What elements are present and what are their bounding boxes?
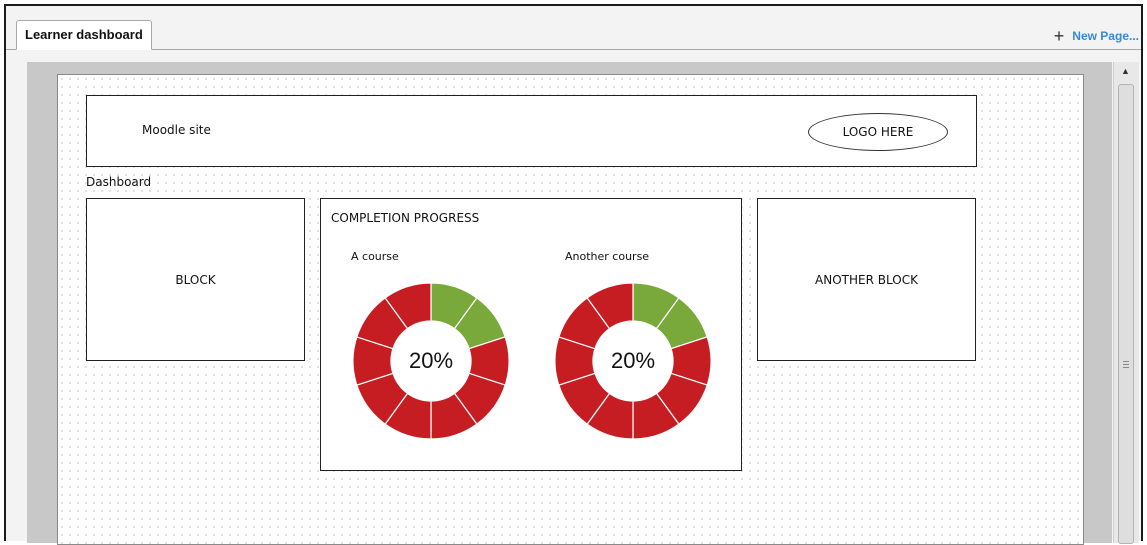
logo-placeholder: LOGO HERE xyxy=(808,113,948,151)
course-2-donut: 20% xyxy=(553,281,713,441)
tab-strip: Learner dashboard + New Page... xyxy=(6,6,1141,50)
new-page-label: New Page... xyxy=(1072,29,1139,43)
new-page-button[interactable]: + New Page... xyxy=(1054,26,1139,46)
block-left: BLOCK xyxy=(86,198,305,361)
progress-title: COMPLETION PROGRESS xyxy=(331,211,480,225)
page-title: Dashboard xyxy=(86,175,152,189)
grip-icon xyxy=(1123,361,1129,370)
plus-icon: + xyxy=(1053,26,1065,46)
block-left-title: BLOCK xyxy=(175,273,216,287)
scrollbar-thumb[interactable] xyxy=(1118,84,1134,544)
site-name: Moodle site xyxy=(142,123,211,137)
block-right: ANOTHER BLOCK xyxy=(757,198,976,361)
course-1-label: A course xyxy=(351,250,399,263)
completion-progress-block: COMPLETION PROGRESS A course 20% Another… xyxy=(320,198,742,471)
vertical-scrollbar[interactable]: ▲ xyxy=(1113,62,1139,544)
course-1-percent: 20% xyxy=(408,348,454,373)
scroll-up-arrow-icon[interactable]: ▲ xyxy=(1121,66,1130,76)
course-1-donut: 20% xyxy=(351,281,511,441)
tab-learner-dashboard[interactable]: Learner dashboard xyxy=(16,20,152,50)
course-2-percent: 20% xyxy=(610,348,656,373)
site-header: Moodle site LOGO HERE xyxy=(86,95,977,167)
course-2-label: Another course xyxy=(565,250,650,263)
block-right-title: ANOTHER BLOCK xyxy=(815,273,918,287)
